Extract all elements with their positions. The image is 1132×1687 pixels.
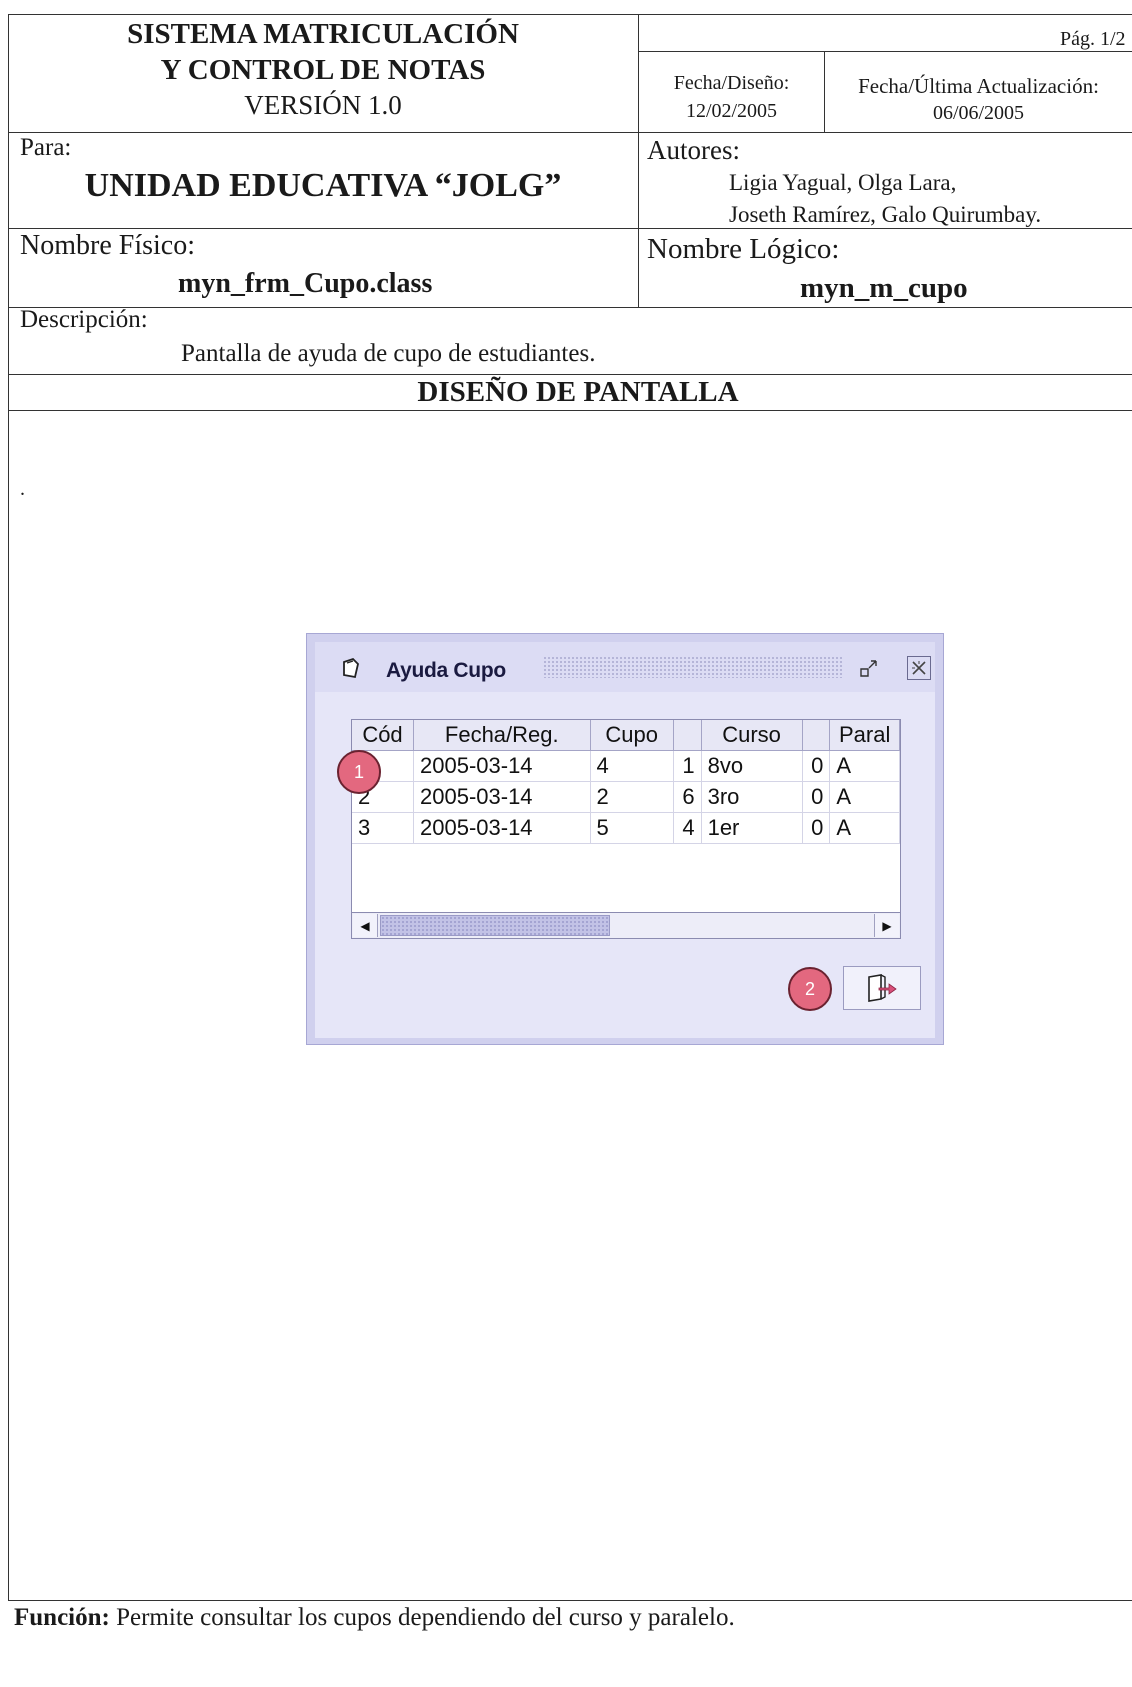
dialog-titlebar[interactable]: Ayuda Cupo [315, 642, 935, 692]
rule-page [638, 51, 1132, 52]
table-cell: A [829, 750, 900, 782]
table-cell: 0 [802, 750, 831, 782]
para-value: UNIDAD EDUCATIVA “JOLG” [84, 167, 562, 204]
nombre-fisico-label: Nombre Físico: [20, 230, 195, 261]
rule-nombre [8, 307, 1132, 308]
table-cell: 4 [590, 750, 674, 782]
rule-descripcion [8, 374, 1132, 375]
column-header[interactable]: Paral [829, 720, 900, 751]
minimize-icon[interactable] [857, 656, 881, 680]
callout-marker-1: 1 [337, 750, 381, 794]
cupo-grid: Cód Fecha/Reg. Cupo Curso Paral 1 2005-0… [352, 720, 900, 844]
page-number: Pág. 1/2 [1060, 28, 1126, 50]
table-row[interactable]: 2 2005-03-14 2 6 3ro 0 A [352, 781, 900, 813]
table-cell: 5 [590, 812, 674, 844]
autores-label: Autores: [647, 135, 740, 165]
table-cell: 0 [802, 812, 831, 844]
horizontal-scrollbar[interactable]: ◀ ▶ [351, 912, 901, 939]
ayuda-cupo-dialog: Ayuda Cupo Cód Fecha/Reg. Cupo Curso Par… [306, 633, 944, 1045]
table-cell: 2005-03-14 [413, 781, 591, 813]
rule-para [8, 228, 1132, 229]
nombre-logico-label: Nombre Lógico: [647, 233, 840, 265]
funcion-value: Permite consultar los cupos dependiendo … [109, 1604, 735, 1631]
cupo-table[interactable]: Cód Fecha/Reg. Cupo Curso Paral 1 2005-0… [351, 719, 901, 938]
scroll-right-icon[interactable]: ▶ [874, 914, 899, 937]
table-cell: 6 [673, 781, 702, 813]
dialog-content: Cód Fecha/Reg. Cupo Curso Paral 1 2005-0… [315, 692, 935, 1038]
column-header[interactable]: Curso [701, 720, 803, 751]
column-header[interactable]: Fecha/Reg. [413, 720, 591, 751]
rule-center [638, 14, 639, 307]
system-title-line1: SISTEMA MATRICULACIÓN [127, 18, 519, 50]
rule-top [8, 14, 1132, 15]
section-title: DISEÑO DE PANTALLA [417, 376, 739, 408]
scroll-left-icon[interactable]: ◀ [353, 914, 378, 937]
table-cell: 0 [802, 781, 831, 813]
nombre-fisico-value: myn_frm_Cupo.class [178, 268, 433, 299]
table-row[interactable]: 3 2005-03-14 5 4 1er 0 A [352, 812, 900, 844]
table-cell: A [829, 812, 900, 844]
table-cell: 2005-03-14 [413, 750, 591, 782]
exit-door-icon [868, 974, 897, 1002]
funcion-line: Función: Permite consultar los cupos dep… [14, 1604, 735, 1632]
autores-line1: Ligia Yagual, Olga Lara, [729, 170, 957, 195]
fecha-actualizacion-label: Fecha/Última Actualización: [858, 74, 1099, 98]
column-header[interactable] [673, 720, 702, 751]
table-cell: 2005-03-14 [413, 812, 591, 844]
stray-dot: . [20, 478, 25, 500]
rule-header [8, 132, 1132, 133]
nombre-logico-value: myn_m_cupo [800, 272, 968, 304]
rule-section [8, 410, 1132, 411]
column-header[interactable]: Cód [352, 720, 414, 751]
column-header[interactable]: Cupo [590, 720, 674, 751]
table-cell: 3ro [701, 781, 803, 813]
dialog-title: Ayuda Cupo [386, 659, 506, 682]
system-title-line2: Y CONTROL DE NOTAS [160, 54, 486, 86]
table-cell: 2 [590, 781, 674, 813]
descripcion-label: Descripción: [20, 306, 148, 333]
column-header[interactable] [802, 720, 831, 751]
table-row[interactable]: 1 2005-03-14 4 1 8vo 0 A [352, 750, 900, 782]
version-label: VERSIÓN 1.0 [244, 90, 402, 120]
table-cell: 4 [673, 812, 702, 844]
descripcion-value: Pantalla de ayuda de cupo de estudiantes… [181, 340, 596, 367]
window-icon [343, 657, 359, 679]
rule-funcion [8, 1600, 1132, 1601]
fecha-actualizacion-value: 06/06/2005 [932, 102, 1025, 124]
table-cell: 8vo [701, 750, 803, 782]
table-cell: A [829, 781, 900, 813]
exit-button[interactable] [843, 966, 921, 1010]
table-header-row: Cód Fecha/Reg. Cupo Curso Paral [352, 720, 900, 751]
funcion-label: Función: [14, 1604, 110, 1631]
table-cell: 1 [673, 750, 702, 782]
close-icon[interactable] [907, 656, 931, 680]
table-cell: 3 [352, 812, 414, 844]
titlebar-pattern [543, 656, 843, 678]
callout-marker-2: 2 [788, 967, 832, 1011]
scroll-thumb[interactable] [380, 915, 610, 936]
fecha-diseno-label: Fecha/Diseño: [673, 72, 790, 94]
para-label: Para: [20, 134, 72, 161]
fecha-diseno-value: 12/02/2005 [685, 100, 778, 122]
autores-line2: Joseth Ramírez, Galo Quirumbay. [729, 202, 1042, 227]
table-cell: 1er [701, 812, 803, 844]
